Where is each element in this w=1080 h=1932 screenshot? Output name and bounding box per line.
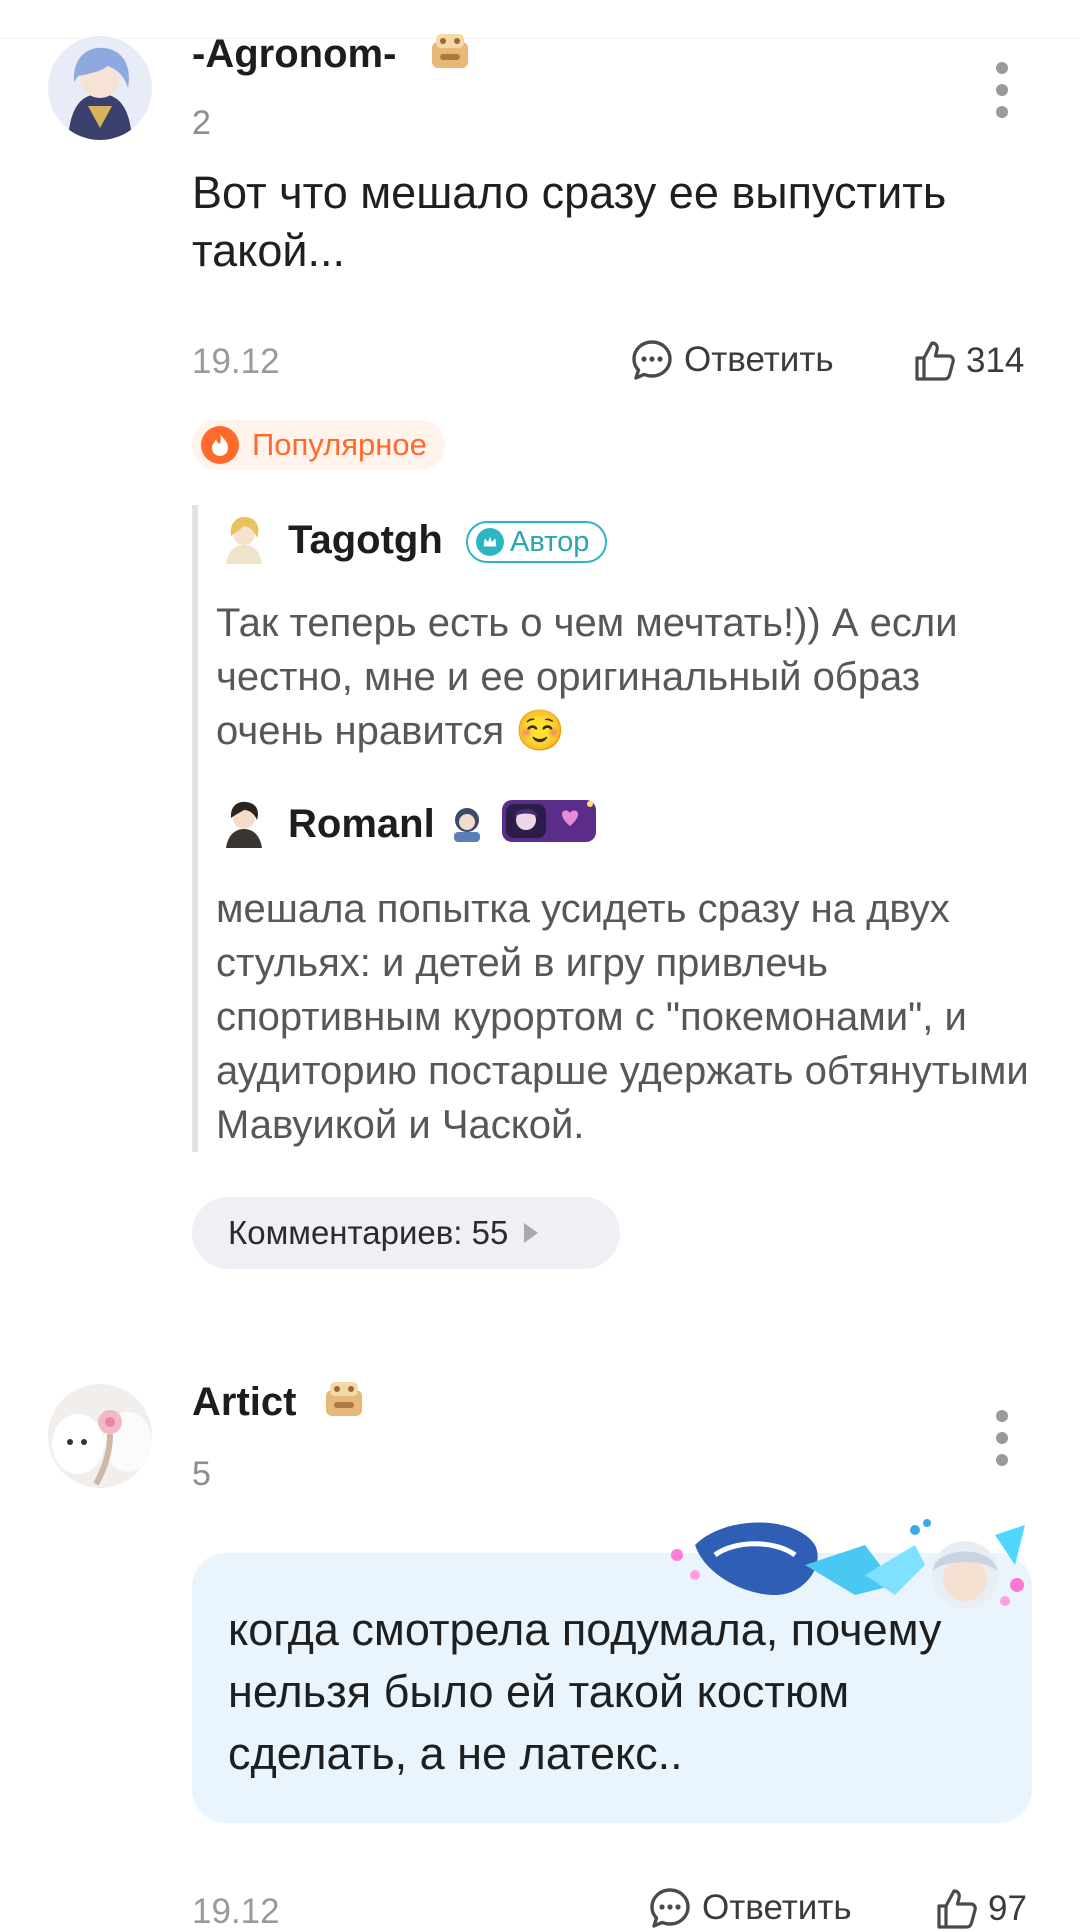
like-button[interactable]: 97	[934, 1886, 1027, 1932]
more-options-icon[interactable]	[992, 62, 1012, 118]
more-options-icon[interactable]	[992, 1410, 1012, 1466]
bubble-decoration-icon	[671, 1519, 1025, 1609]
speech-bubble-icon	[650, 1888, 690, 1928]
popular-badge: Популярное	[192, 420, 445, 470]
reply-author[interactable]: Romanl	[288, 802, 435, 847]
arrow-right-icon	[524, 1223, 539, 1243]
reply-label: Ответить	[684, 340, 834, 379]
reply-label: Ответить	[702, 1888, 852, 1927]
level-badge-icon	[326, 1382, 362, 1416]
reply-author[interactable]: Tagotgh	[288, 518, 443, 563]
comment-author[interactable]: -Agronom-	[192, 32, 396, 77]
thumbs-up-icon	[937, 1889, 977, 1929]
level-badge-icon	[432, 34, 468, 68]
comment-author[interactable]: Artict	[192, 1380, 296, 1425]
user-avatar[interactable]	[48, 36, 152, 140]
user-level: 2	[192, 104, 211, 142]
comment-date: 19.12	[192, 1892, 280, 1931]
author-badge-label: Автор	[510, 525, 590, 558]
crown-icon	[476, 528, 504, 556]
reply-thread-line	[192, 505, 198, 1152]
comment-text: когда смотрела подумала, почему нельзя б…	[228, 1604, 942, 1779]
comment-text: Вот что мешало сразу ее выпустить такой.…	[192, 167, 947, 276]
reply-button[interactable]: Ответить	[648, 1886, 852, 1930]
character-badge-icon	[454, 808, 480, 842]
reply-avatar[interactable]	[218, 512, 270, 564]
speech-bubble-icon	[632, 340, 672, 380]
view-comments-button[interactable]: Комментариев: 55	[192, 1197, 620, 1269]
user-avatar[interactable]	[48, 1384, 152, 1488]
like-count: 314	[966, 341, 1025, 380]
user-level: 5	[192, 1455, 211, 1493]
like-button[interactable]: 314	[912, 338, 1024, 384]
reply-text: Так теперь есть о чем мечтать!)) А если …	[216, 601, 958, 753]
comments-count-label: Комментариев: 55	[228, 1214, 509, 1251]
popular-label: Популярное	[252, 427, 427, 462]
author-badge: Автор	[466, 521, 608, 563]
frame-badge-icon	[502, 800, 596, 842]
reply-avatar[interactable]	[218, 796, 270, 848]
reply-button[interactable]: Ответить	[630, 338, 834, 382]
fire-icon	[201, 426, 239, 464]
thumbs-up-icon	[915, 341, 955, 381]
reply-text: мешала попытка усидеть сразу на двух сту…	[216, 887, 1029, 1147]
comment-date: 19.12	[192, 342, 280, 381]
top-divider	[0, 38, 1080, 39]
like-count: 97	[988, 1889, 1027, 1928]
